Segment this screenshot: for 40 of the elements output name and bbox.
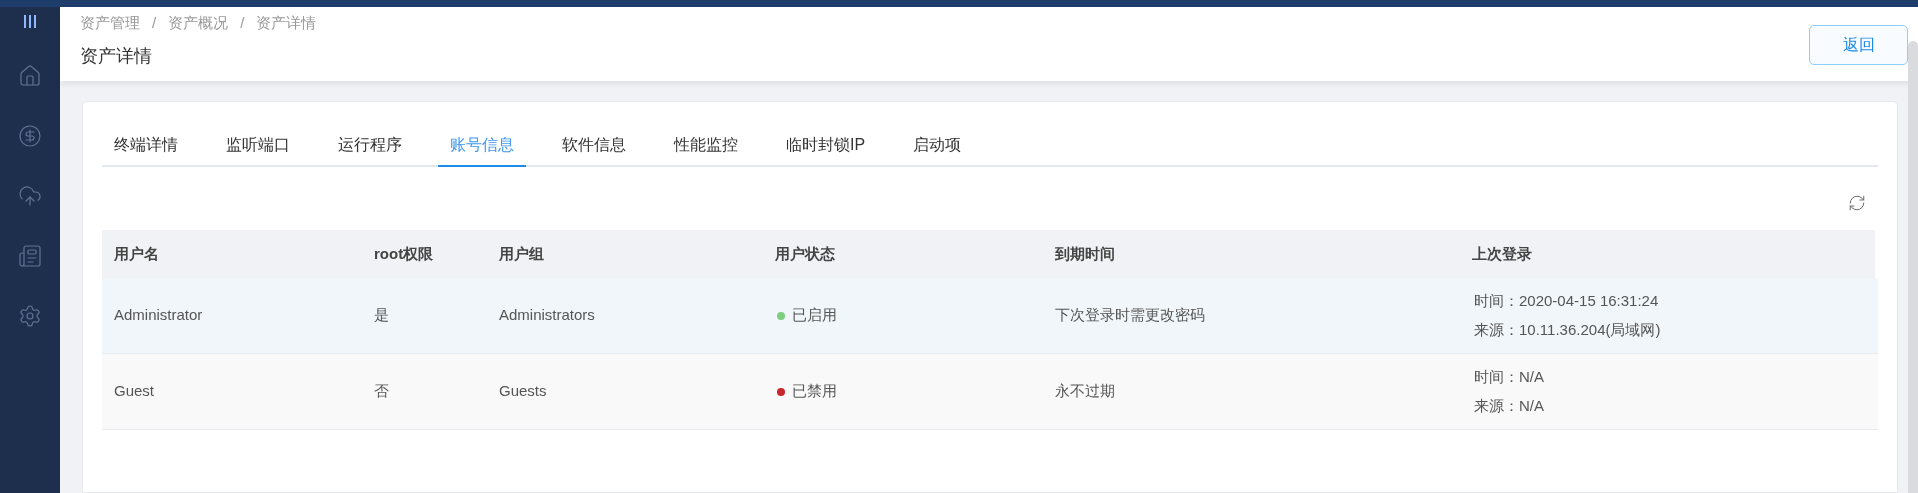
status-text: 已禁用 [792,381,837,402]
table-row[interactable]: Administrator 是 Administrators 已启用 下次登录时需更改密码 时间：2020-04-15 16:31:24 来源：10.11.36.204(局域网) [102,278,1878,354]
table-cell: 是 [374,306,389,324]
tab[interactable]: 运行程序 [326,124,414,167]
column-header: 用户状态 [775,244,835,262]
table-cell: Guest [114,382,155,400]
status-text: 已启用 [792,305,837,326]
table-cell: 下次登录时需更改密码 [1055,306,1205,324]
page-title: 资产详情 [80,44,153,68]
table-cell: Guests [499,382,547,400]
tab[interactable]: 软件信息 [550,124,638,167]
settings-icon[interactable] [18,304,42,328]
breadcrumb-separator: / [240,13,245,33]
breadcrumb-separator: / [152,13,157,33]
cloud-upload-icon[interactable] [18,184,42,208]
table-cell: 永不过期 [1055,382,1115,400]
tab[interactable]: 启动项 [901,124,974,167]
login-info: 来源：10.11.36.204(局域网) [1474,319,1662,340]
table-cell: Administrators [499,306,595,324]
tab[interactable]: 监听端口 [214,124,302,167]
menu-icon[interactable] [24,15,36,28]
home-icon[interactable] [18,64,42,88]
coin-icon[interactable] [18,124,42,148]
tab[interactable]: 性能监控 [662,124,750,167]
column-header: 上次登录 [1472,244,1532,262]
tab[interactable]: 临时封锁IP [774,124,878,167]
refresh-icon[interactable] [1848,194,1866,212]
table-cell: Administrator [114,306,203,324]
tab[interactable]: 终端详情 [102,124,190,167]
table-row[interactable]: Guest 否 Guests 已禁用 永不过期 时间：N/A 来源：N/A [102,354,1878,430]
column-header: root权限 [374,244,434,262]
login-info: 来源：N/A [1474,395,1545,416]
column-header: 到期时间 [1055,244,1115,262]
table-cell: 否 [374,382,389,400]
login-info: 时间：2020-04-15 16:31:24 [1474,291,1660,311]
login-info: 时间：N/A [1474,367,1545,387]
column-header: 用户名 [114,244,159,262]
back-button[interactable]: 返回 [1809,25,1908,65]
column-header: 用户组 [499,244,544,262]
newspaper-icon[interactable] [18,244,42,268]
